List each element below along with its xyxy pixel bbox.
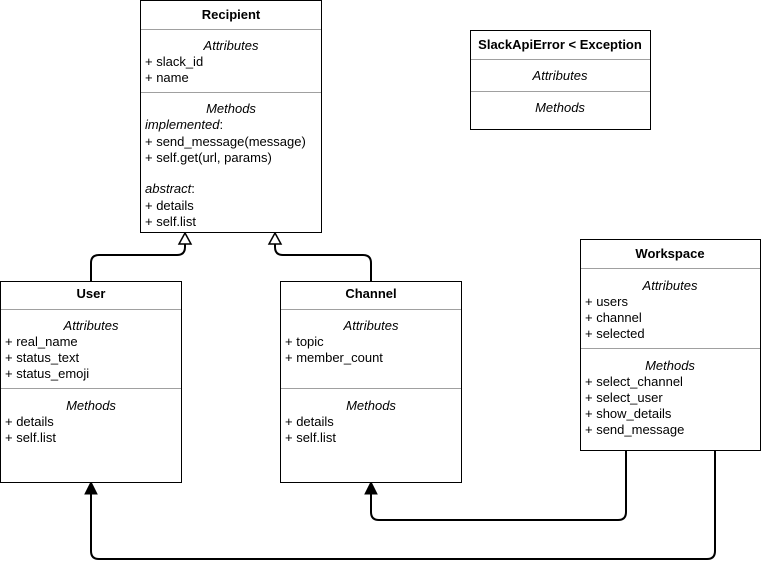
- class-title: Channel: [345, 286, 396, 301]
- association-arrow-icon: [84, 480, 98, 495]
- methods-label: Methods: [206, 101, 256, 116]
- class-title: Recipient: [202, 7, 261, 22]
- class-workspace[interactable]: Workspace Attributes + users + channel +…: [580, 239, 761, 451]
- edge-user-to-recipient: [90, 244, 186, 281]
- method: + self.list: [145, 214, 196, 229]
- methods-label: Methods: [645, 358, 695, 373]
- method: + details: [5, 414, 54, 429]
- attribute: + status_text: [5, 350, 79, 365]
- class-slack-api-error[interactable]: SlackApiError < Exception Attributes Met…: [470, 30, 651, 130]
- attribute: + channel: [585, 310, 642, 325]
- attribute: + selected: [585, 326, 645, 341]
- method: + select_user: [585, 390, 663, 405]
- class-title: SlackApiError < Exception: [478, 37, 642, 52]
- method: + self.list: [285, 430, 336, 445]
- class-recipient[interactable]: Recipient Attributes + slack_id + name M…: [140, 0, 322, 233]
- class-title: User: [77, 286, 106, 301]
- uml-class-diagram: Recipient Attributes + slack_id + name M…: [0, 0, 761, 560]
- method: + show_details: [585, 406, 672, 421]
- class-title: Workspace: [635, 246, 704, 261]
- class-user[interactable]: User Attributes + real_name + status_tex…: [0, 281, 182, 483]
- methods-label: Methods: [66, 398, 116, 413]
- attribute: + topic: [285, 334, 324, 349]
- attributes-label: Attributes: [203, 38, 259, 53]
- attribute: + status_emoji: [5, 366, 89, 381]
- method: + details: [145, 198, 194, 213]
- association-arrow-icon: [364, 480, 378, 495]
- attribute: + name: [145, 70, 189, 85]
- method: + self.list: [5, 430, 56, 445]
- method: + send_message(message): [145, 134, 306, 149]
- methods-label: Methods: [346, 398, 396, 413]
- attribute: + member_count: [285, 350, 383, 365]
- attributes-label: Attributes: [532, 68, 588, 83]
- attributes-label: Attributes: [642, 278, 698, 293]
- attributes-label: Attributes: [343, 318, 399, 333]
- implemented-label: implemented:: [145, 117, 223, 132]
- attribute: + real_name: [5, 334, 78, 349]
- abstract-label: abstract:: [145, 181, 195, 196]
- edge-channel-to-recipient: [274, 244, 372, 281]
- attributes-label: Attributes: [63, 318, 119, 333]
- attribute: + users: [585, 294, 628, 309]
- method: + self.get(url, params): [145, 150, 272, 165]
- method: + details: [285, 414, 334, 429]
- method: + send_message: [585, 422, 684, 437]
- inheritance-arrow-icon: [267, 231, 283, 245]
- method: + select_channel: [585, 374, 683, 389]
- class-channel[interactable]: Channel Attributes + topic + member_coun…: [280, 281, 462, 483]
- attribute: + slack_id: [145, 54, 203, 69]
- inheritance-arrow-icon: [177, 231, 193, 245]
- methods-label: Methods: [535, 100, 585, 115]
